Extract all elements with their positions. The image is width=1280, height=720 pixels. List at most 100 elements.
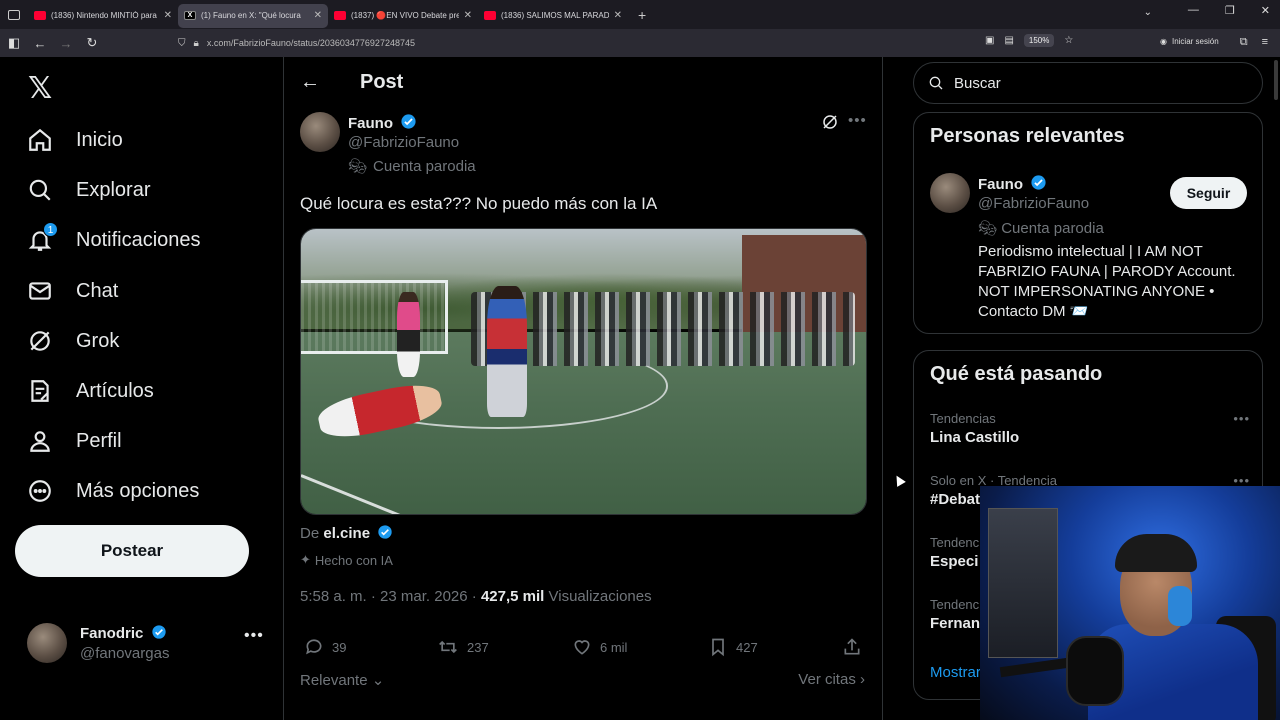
browser-tab-active[interactable]: X (1) Fauno en X: "Qué locura ✕ xyxy=(178,3,328,28)
video-goalkeeper xyxy=(397,291,420,378)
views-count: 427,5 mil xyxy=(480,588,545,605)
ai-made-text: Hecho con IA xyxy=(314,552,393,568)
relevant-people-card: Personas relevantes Fauno @FabrizioFauno… xyxy=(913,112,1263,334)
browser-tab[interactable]: (1837) 🔴EN VIVO Debate pres ✕ xyxy=(328,4,478,28)
bookmark-button[interactable]: 427 xyxy=(708,637,758,657)
chevron-down-icon[interactable]: ⌄ xyxy=(1144,7,1152,18)
home-icon xyxy=(26,126,54,154)
post-more-icon[interactable]: ••• xyxy=(848,112,867,129)
x-icon: X xyxy=(184,11,196,20)
like-count: 6 mil xyxy=(600,639,628,655)
forward-icon[interactable]: → xyxy=(54,36,78,51)
browser-tab[interactable]: (1836) Nintendo MINTIÓ para N ✕ xyxy=(28,4,178,28)
trend-name: Lina Castillo xyxy=(930,429,1020,446)
views-label: Visualizaciones xyxy=(548,588,652,605)
post-timestamp[interactable]: 5:58 a. m. · 23 mar. 2026 · xyxy=(300,588,477,605)
sidebar-toggle-icon[interactable]: ◧ xyxy=(2,35,26,51)
x-logo-icon[interactable]: 𝕏 xyxy=(28,71,52,106)
url-actions: ▣ ▤ 150% ☆ xyxy=(985,34,1073,47)
youtube-icon xyxy=(484,11,496,20)
quotes-label: Ver citas xyxy=(798,671,856,688)
post-button[interactable]: Postear xyxy=(15,525,249,577)
tab-list-icon[interactable] xyxy=(8,9,20,20)
relevant-name-text: Fauno xyxy=(978,176,1023,193)
nav-item-perfil[interactable]: Perfil xyxy=(26,421,122,461)
author-name[interactable]: Fauno xyxy=(348,113,417,132)
picture-in-picture-icon[interactable]: ▣ xyxy=(985,35,994,46)
verified-icon xyxy=(401,114,416,129)
url-text[interactable]: x.com/FabrizioFauno/status/2036034776927… xyxy=(207,38,415,48)
maximize-icon[interactable]: ❐ xyxy=(1225,4,1235,17)
grok-icon[interactable] xyxy=(821,113,839,136)
nav-item-mas-opciones[interactable]: Más opciones xyxy=(26,471,199,511)
trend-item[interactable]: Tendencias Lina Castillo ••• xyxy=(930,411,1250,446)
follow-button[interactable]: Seguir xyxy=(1170,177,1247,209)
browser-tab[interactable]: (1836) SALIMOS MAL PARADOS ✕ xyxy=(478,4,628,28)
nav-item-inicio[interactable]: Inicio xyxy=(26,120,123,160)
tab-title: (1836) Nintendo MINTIÓ para N xyxy=(51,11,159,20)
new-tab-icon[interactable]: + xyxy=(638,7,646,23)
search-input[interactable]: Buscar xyxy=(913,62,1263,104)
relevant-handle[interactable]: @FabrizioFauno xyxy=(978,195,1089,212)
parody-label: 🎭︎ Cuenta parodia xyxy=(978,219,1104,237)
reply-button[interactable]: 39 xyxy=(304,637,346,657)
parody-label-text: Cuenta parodia xyxy=(1001,220,1104,237)
close-window-icon[interactable]: ✕ xyxy=(1261,4,1270,17)
post-video[interactable] xyxy=(300,228,867,515)
url-bar[interactable]: ⛉ 🔒︎ x.com/FabrizioFauno/status/20360347… xyxy=(178,32,1083,54)
parody-label: 🎭︎ Cuenta parodia xyxy=(348,157,476,176)
back-icon[interactable]: ← xyxy=(28,36,52,51)
show-more-link[interactable]: Mostrar xyxy=(930,664,981,681)
repost-button[interactable]: 237 xyxy=(437,637,489,657)
nav-label: Notificaciones xyxy=(76,228,201,251)
parody-label-text: Cuenta parodia xyxy=(373,157,476,175)
close-icon[interactable]: ✕ xyxy=(614,10,622,21)
main-column: ← Post Fauno @FabrizioFauno 🎭︎ Cuenta pa… xyxy=(283,57,883,720)
scrollbar[interactable] xyxy=(1274,60,1278,100)
sort-dropdown[interactable]: Relevante ⌄ xyxy=(300,672,384,689)
more-icon[interactable]: ••• xyxy=(244,627,264,645)
lock-icon: 🔒︎ xyxy=(193,37,199,49)
avatar[interactable] xyxy=(930,173,970,213)
close-icon[interactable]: ✕ xyxy=(314,10,322,21)
grok-icon xyxy=(26,327,54,355)
microphone-icon xyxy=(1066,636,1124,706)
nav-item-articulos[interactable]: Artículos xyxy=(26,371,154,411)
video-player xyxy=(487,286,527,418)
signin-button[interactable]: ◉ Iniciar sesión xyxy=(1160,37,1219,46)
nav-item-grok[interactable]: Grok xyxy=(26,321,119,361)
reload-icon[interactable]: ↻ xyxy=(80,35,104,51)
notification-badge: 1 xyxy=(43,222,58,237)
mask-icon: 🎭︎ xyxy=(348,158,368,175)
back-arrow-icon[interactable]: ← xyxy=(300,71,320,94)
more-icon[interactable]: ••• xyxy=(1233,411,1250,426)
browser-tab-bar: (1836) Nintendo MINTIÓ para N ✕ X (1) Fa… xyxy=(0,0,1280,29)
extensions-icon[interactable]: ⧉ xyxy=(1240,36,1248,49)
nav-item-chat[interactable]: Chat xyxy=(26,271,118,311)
relevant-name[interactable]: Fauno xyxy=(978,174,1047,193)
source-link[interactable]: el.cine xyxy=(323,525,370,542)
nav-item-explorar[interactable]: Explorar xyxy=(26,170,150,210)
webcam-overlay xyxy=(980,486,1280,720)
verified-icon xyxy=(378,525,392,539)
star-icon[interactable]: ☆ xyxy=(1064,35,1073,46)
post-meta: 5:58 a. m. · 23 mar. 2026 · 427,5 mil Vi… xyxy=(300,588,652,605)
close-icon[interactable]: ✕ xyxy=(464,10,472,21)
account-switcher[interactable]: Fanodric @fanovargas ••• xyxy=(27,623,267,667)
author-handle[interactable]: @FabrizioFauno xyxy=(348,134,459,151)
card-title: Personas relevantes xyxy=(930,125,1125,147)
heart-icon xyxy=(574,640,590,655)
author-avatar[interactable] xyxy=(300,112,340,152)
sort-label: Relevante xyxy=(300,672,368,689)
share-button[interactable] xyxy=(842,637,862,657)
reader-icon[interactable]: ▤ xyxy=(1004,35,1013,46)
minimize-icon[interactable]: — xyxy=(1188,4,1199,17)
like-button[interactable]: 6 mil xyxy=(572,637,627,657)
nav-label: Chat xyxy=(76,279,119,302)
video-crowd xyxy=(470,291,855,366)
close-icon[interactable]: ✕ xyxy=(164,10,172,21)
nav-item-notificaciones[interactable]: 1 Notificaciones xyxy=(26,220,201,260)
zoom-level[interactable]: 150% xyxy=(1023,34,1055,47)
menu-icon[interactable]: ≡ xyxy=(1262,36,1268,49)
quotes-link[interactable]: Ver citas › xyxy=(798,671,865,688)
